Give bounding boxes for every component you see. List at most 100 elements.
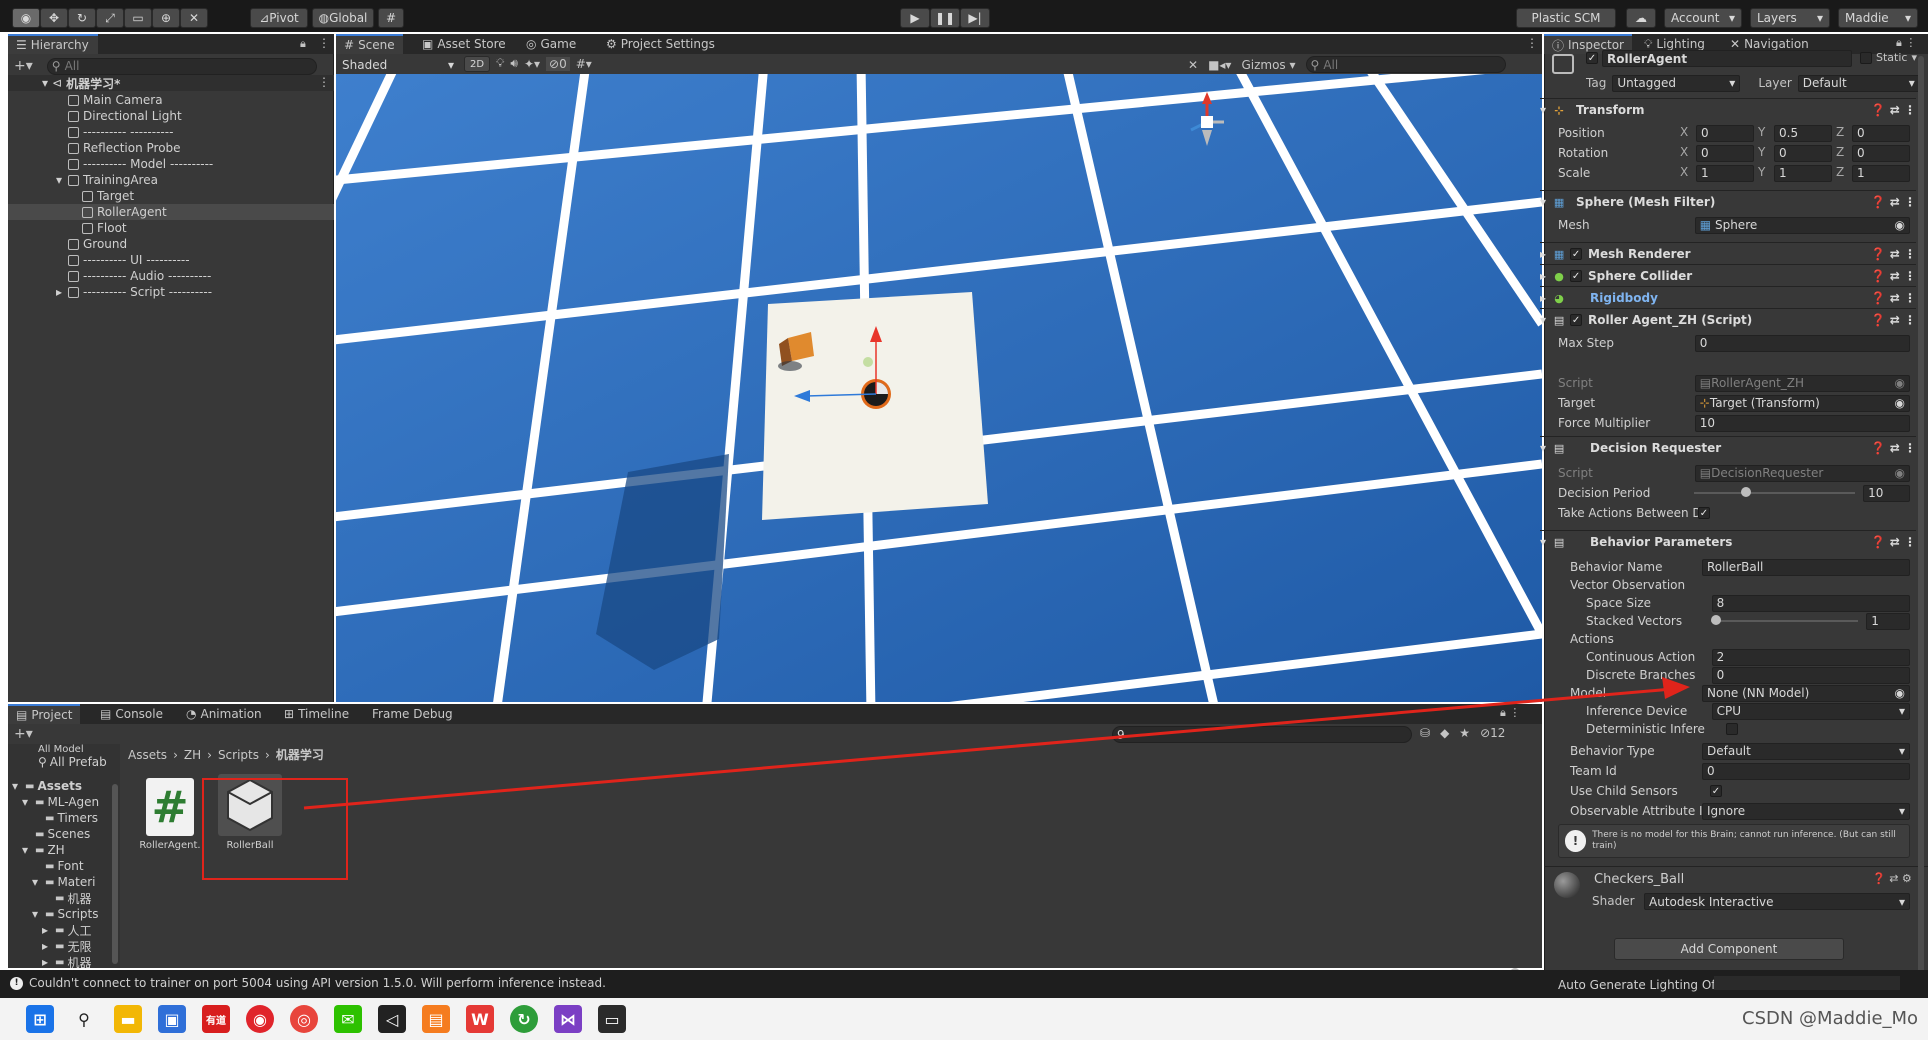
hierarchy-item[interactable]: Target	[82, 188, 334, 204]
foldout-icon[interactable]: ▸	[42, 955, 52, 968]
axis-label[interactable]: Y	[1758, 165, 1770, 182]
rotate-tool-button[interactable]: ↻	[68, 8, 96, 28]
transform-y-field[interactable]: 0	[1774, 144, 1832, 162]
chrome-icon[interactable]: ◎	[290, 1005, 318, 1033]
hierarchy-item[interactable]: ---------- Model ----------	[68, 156, 334, 172]
foldout-icon[interactable]: ▾	[32, 907, 42, 921]
tab-hierarchy[interactable]: ☰ Hierarchy	[8, 34, 98, 54]
remote-desktop-icon[interactable]: ▣	[158, 1005, 186, 1033]
lighting-status[interactable]: Auto Generate Lighting Off	[1558, 978, 1720, 992]
project-folder[interactable]: ▾ ▬ Scripts	[8, 906, 120, 922]
axis-label[interactable]: X	[1680, 125, 1692, 142]
active-checkbox[interactable]: ✓	[1586, 52, 1598, 64]
filter-label-icon[interactable]: ◆	[1440, 726, 1449, 740]
add-component-button[interactable]: Add Component	[1614, 938, 1844, 960]
tab-project[interactable]: ▤ Project	[8, 704, 81, 724]
plastic-scm-button[interactable]: Plastic SCM	[1516, 8, 1616, 28]
mesh-renderer-checkbox[interactable]: ✓	[1570, 248, 1583, 260]
project-folder[interactable]: ▸ ▬ 无限	[8, 938, 120, 954]
inspector-lock-icon[interactable]: 🔒︎ ⋮	[1896, 36, 1916, 50]
hierarchy-item[interactable]: Floot	[82, 220, 334, 236]
slides-icon[interactable]: ▤	[422, 1005, 450, 1033]
behavior-field[interactable]: Ignore ▾	[1702, 802, 1910, 820]
shader-dropdown[interactable]: Autodesk Interactive ▾	[1644, 893, 1910, 910]
help-icon[interactable]: ❓ ⇄ ⋮	[1871, 247, 1916, 261]
filter-type-icon[interactable]: ⛁	[1420, 726, 1430, 740]
terminal-icon[interactable]: ▭	[598, 1005, 626, 1033]
foldout-icon[interactable]: ▾	[32, 875, 42, 889]
take-actions-checkbox[interactable]: ✓	[1698, 507, 1710, 519]
scene-search[interactable]: ⚲ All	[1305, 56, 1506, 73]
scene-viewport[interactable]	[336, 74, 1542, 702]
tools-icon[interactable]: ✕	[1188, 58, 1198, 72]
project-folder[interactable]: ▬ 机器	[8, 890, 120, 906]
account-dropdown[interactable]: Account ▾	[1664, 8, 1742, 28]
wechat-icon[interactable]: ✉	[334, 1005, 362, 1033]
behavior-parameters-header[interactable]: ▾ ▤ Behavior Parameters ❓ ⇄ ⋮	[1540, 530, 1916, 553]
add-icon[interactable]: +▾	[14, 58, 33, 74]
visibility-toggle-icon[interactable]: ⊘0	[546, 56, 570, 71]
transform-y-field[interactable]: 1	[1774, 164, 1832, 182]
tab-console[interactable]: ▤ Console	[92, 704, 171, 724]
search-icon[interactable]: ⚲	[70, 1005, 98, 1033]
scale-tool-button[interactable]: ⤢	[96, 8, 124, 28]
behavior-checkbox[interactable]	[1726, 723, 1738, 735]
foldout-icon[interactable]: ▸	[42, 923, 52, 937]
project-search[interactable]: 9	[1112, 726, 1412, 743]
favorite-icon[interactable]: ★	[1459, 726, 1470, 740]
stacked-vectors-field[interactable]: 1	[1866, 612, 1910, 630]
static-dropdown[interactable]: Static ▾	[1860, 51, 1917, 64]
move-tool-button[interactable]: ✥	[40, 8, 68, 28]
tab-scene[interactable]: # Scene	[336, 34, 403, 54]
effects-toggle-icon[interactable]: ✦▾	[524, 57, 540, 71]
breadcrumb-zh[interactable]: ZH	[184, 748, 201, 762]
more-icon[interactable]: ⋮	[318, 36, 330, 50]
behavior-field[interactable]: 8	[1711, 594, 1910, 612]
axis-label[interactable]: Z	[1836, 165, 1848, 182]
global-button[interactable]: ◍ Global	[312, 8, 374, 28]
hierarchy-item[interactable]: ---------- UI ----------	[68, 252, 334, 268]
slider-knob[interactable]	[1740, 487, 1751, 497]
hierarchy-search[interactable]: ⚲ All	[46, 57, 317, 75]
project-folder[interactable]: ▸ ▬ 人工	[8, 922, 120, 938]
hidden-packages-icon[interactable]: ⊘12	[1480, 726, 1505, 740]
behavior-field[interactable]: 2	[1711, 648, 1910, 666]
project-folder[interactable]: ▾ ▬ Assets	[8, 778, 120, 794]
decision-period-field[interactable]: 10	[1863, 484, 1910, 502]
camera-icon[interactable]: ■◂▾	[1208, 58, 1231, 72]
tree-all-prefab[interactable]: ⚲ All Prefab	[38, 754, 120, 770]
status-message[interactable]: ! Couldn't connect to trainer on port 50…	[10, 976, 606, 990]
axis-label[interactable]: Z	[1836, 145, 1848, 162]
transform-tool-button[interactable]: ⊕	[152, 8, 180, 28]
transform-z-field[interactable]: 0	[1852, 144, 1910, 162]
custom-tool-button[interactable]: ✕	[180, 8, 208, 28]
project-folder[interactable]: ▾ ▬ ZH	[8, 842, 120, 858]
slider-knob[interactable]	[1710, 615, 1721, 625]
app-red-icon[interactable]: 有道	[202, 1005, 230, 1033]
foldout-icon[interactable]: ▾	[56, 173, 62, 187]
tab-asset-store[interactable]: ▣ Asset Store	[414, 34, 514, 54]
tag-dropdown[interactable]: Untagged ▾	[1612, 74, 1741, 92]
play-button[interactable]: ▶	[900, 8, 930, 28]
mesh-renderer-header[interactable]: ▸ ▦ ✓ Mesh Renderer ❓ ⇄ ⋮	[1540, 242, 1916, 265]
project-folder[interactable]: ▬ Scenes	[8, 826, 120, 842]
tree-all-model[interactable]: All Model	[38, 744, 120, 754]
hierarchy-item[interactable]: Directional Light	[68, 108, 334, 124]
behavior-field[interactable]: CPU ▾	[1711, 702, 1910, 720]
material-help-icon[interactable]: ❓ ⇄ ⚙	[1872, 872, 1912, 885]
transform-y-field[interactable]: 0.5	[1774, 124, 1832, 142]
rect-tool-button[interactable]: ▭	[124, 8, 152, 28]
sphere-collider-checkbox[interactable]: ✓	[1570, 270, 1583, 282]
transform-z-field[interactable]: 0	[1852, 124, 1910, 142]
scene-more-menu-icon[interactable]: ⋮	[1526, 36, 1538, 50]
lighting-toggle-icon[interactable]: 💡︎	[496, 56, 504, 71]
help-icon[interactable]: ❓ ⇄ ⋮	[1871, 535, 1916, 549]
rigidbody-header[interactable]: ▸ ◕ Rigidbody ❓ ⇄ ⋮	[1540, 286, 1916, 309]
project-lock-icon[interactable]: 🔒︎ ⋮	[1500, 706, 1520, 720]
roller-agent-checkbox[interactable]: ✓	[1570, 314, 1583, 326]
behavior-field[interactable]: RollerBall	[1702, 558, 1910, 576]
breadcrumb-scripts[interactable]: Scripts	[218, 748, 259, 762]
hierarchy-item[interactable]: RollerAgent	[82, 204, 334, 220]
axis-label[interactable]: Y	[1758, 125, 1770, 142]
help-icon[interactable]: ❓ ⇄ ⋮	[1871, 441, 1916, 455]
